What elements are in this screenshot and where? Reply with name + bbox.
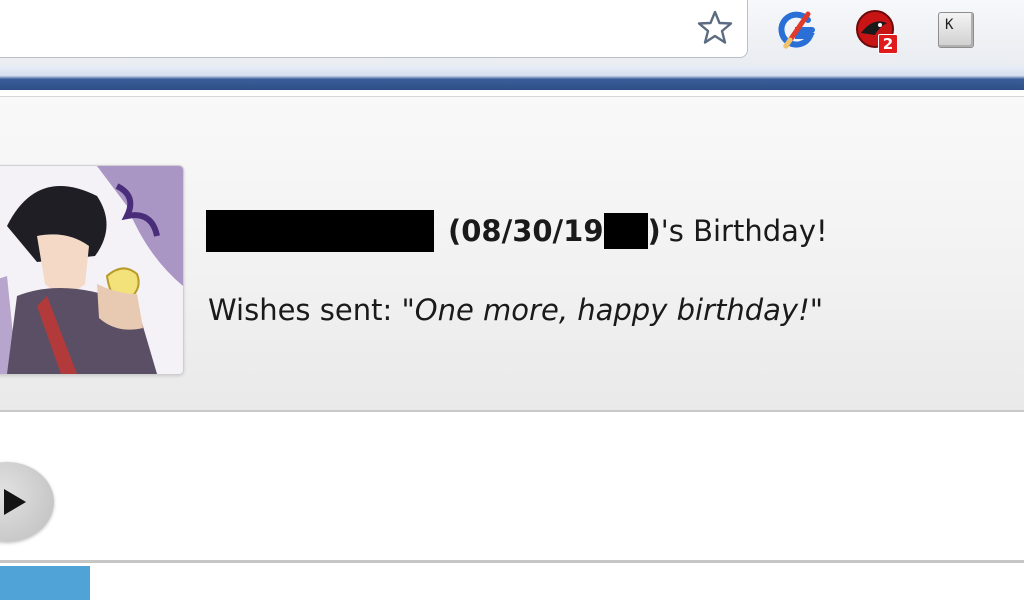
birthday-heading: (08/30/19 ) 's Birthday! [206,209,828,253]
wishes-message: "One more, happy birthday!" [401,293,824,327]
address-bar[interactable] [0,0,748,58]
play-icon [4,489,26,515]
divider [0,560,1024,563]
wishes-sent: Wishes sent: "One more, happy birthday!" [208,293,823,327]
k-key-icon: K [938,12,974,48]
birthday-suffix: 's Birthday! [660,214,828,248]
star-icon [697,10,733,44]
google-edit-extension-button[interactable] [770,4,822,56]
wishes-label: Wishes sent: [208,293,402,327]
notification-badge: 2 [878,34,898,54]
red-extension-button[interactable]: 2 [850,4,902,56]
k-key-label: K [945,17,954,33]
birthday-date-close: ) [647,214,661,248]
bookmark-star-button[interactable] [692,6,738,50]
site-header-bar [0,66,1024,90]
bottom-tab[interactable] [0,566,90,600]
play-button[interactable] [0,462,54,542]
browser-toolbar: 2 K [0,0,1024,66]
k-key-extension-button[interactable]: K [930,4,982,56]
avatar-image [0,166,183,374]
avatar[interactable] [0,165,184,375]
redacted-year [603,213,648,249]
birthday-notice: (08/30/19 ) 's Birthday! Wishes sent: "O… [0,96,1024,412]
google-pencil-icon [778,11,815,49]
redacted-name [206,210,434,252]
page-content: (08/30/19 ) 's Birthday! Wishes sent: "O… [0,90,1024,600]
birthday-date-open: (08/30/19 [448,214,604,248]
